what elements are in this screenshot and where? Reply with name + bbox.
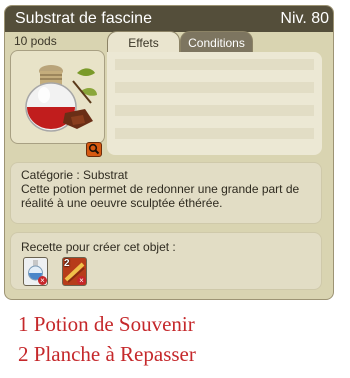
- zoom-button[interactable]: [86, 142, 102, 157]
- magnifier-icon: [88, 143, 100, 155]
- item-level: Niv. 80: [280, 10, 329, 27]
- tab-effets[interactable]: Effets: [107, 31, 180, 53]
- effects-row: [115, 105, 314, 116]
- missing-ingredient-icon: ×: [77, 276, 86, 285]
- effects-row: [115, 59, 314, 70]
- item-name: Substrat de fascine: [15, 10, 152, 27]
- item-weight: 10 pods: [14, 34, 57, 48]
- recipe-box: Recette pour créer cet objet :: [10, 232, 322, 290]
- missing-ingredient-icon: ×: [38, 276, 47, 285]
- legend-line-1: 1 Potion de Souvenir: [18, 312, 195, 336]
- legend-line-2: 2 Planche à Repasser: [18, 342, 196, 366]
- substrat-potion-icon: [25, 65, 97, 132]
- effects-row: [115, 82, 314, 93]
- recipe-label: Recette pour créer cet objet :: [21, 240, 176, 254]
- item-description: Cette potion permet de redonner une gran…: [21, 182, 300, 210]
- title-bar: Substrat de fascine Niv. 80: [5, 6, 333, 32]
- effects-row: [115, 128, 314, 139]
- ingredient-count: 2: [64, 258, 70, 269]
- ingredient-slot[interactable]: ×: [23, 257, 48, 286]
- effects-panel: [107, 52, 322, 155]
- ingredient-slot[interactable]: 2 ×: [62, 257, 87, 286]
- item-category: Catégorie : Substrat: [21, 168, 128, 182]
- description-box: Catégorie : Substrat Cette potion permet…: [10, 162, 322, 224]
- tab-conditions[interactable]: Conditions: [180, 31, 253, 53]
- item-image-frame: [10, 50, 105, 144]
